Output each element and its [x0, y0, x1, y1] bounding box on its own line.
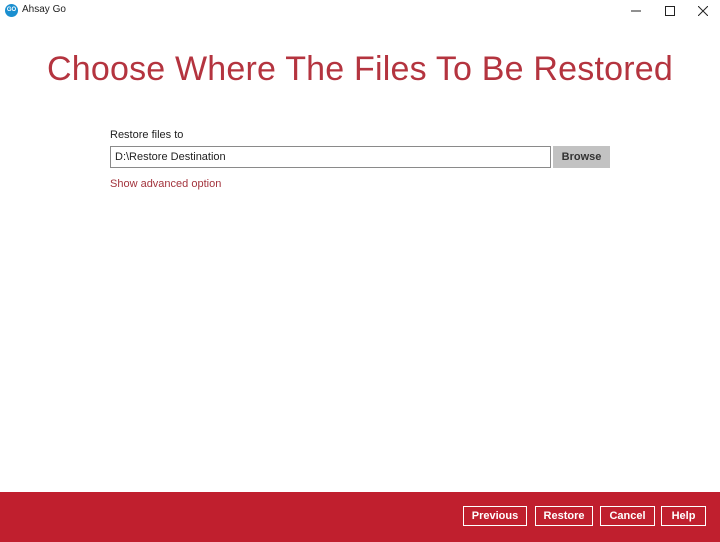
- footer-bar: Previous Restore Cancel Help: [0, 492, 720, 542]
- page-title: Choose Where The Files To Be Restored: [46, 50, 673, 88]
- restore-files-to-label: Restore files to: [110, 129, 184, 141]
- app-window: GO Ahsay Go Choose Where The Files To Be…: [0, 0, 720, 542]
- close-icon: [698, 6, 708, 16]
- show-advanced-option-link[interactable]: Show advanced option: [110, 178, 221, 190]
- restore-button[interactable]: Restore: [535, 506, 593, 526]
- title-bar: GO Ahsay Go: [0, 0, 720, 22]
- browse-button[interactable]: Browse: [553, 146, 610, 168]
- maximize-icon: [665, 6, 675, 16]
- cancel-button[interactable]: Cancel: [600, 506, 655, 526]
- minimize-icon: [631, 10, 641, 12]
- minimize-button[interactable]: [619, 0, 653, 22]
- maximize-button[interactable]: [653, 0, 687, 22]
- close-button[interactable]: [686, 0, 720, 22]
- app-logo-icon: GO: [5, 4, 18, 17]
- app-title: Ahsay Go: [22, 4, 66, 15]
- restore-path-input[interactable]: [110, 146, 551, 168]
- previous-button[interactable]: Previous: [463, 506, 527, 526]
- help-button[interactable]: Help: [661, 506, 706, 526]
